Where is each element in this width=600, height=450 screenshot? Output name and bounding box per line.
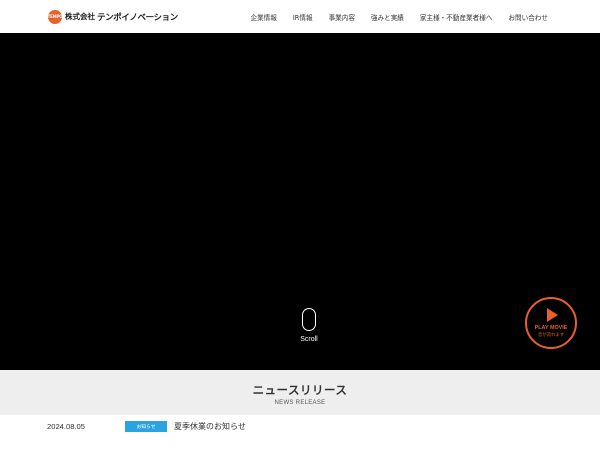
news-subtitle: NEWS RELEASE — [274, 400, 326, 406]
nav-item-landlords[interactable]: 家主様・不動産業者様へ — [420, 12, 493, 22]
play-movie-label: PLAY MOVIE — [534, 325, 568, 331]
nav-item-contact[interactable]: お問い合わせ — [508, 12, 548, 22]
news-section-header: ニュースリリース NEWS RELEASE — [0, 370, 600, 415]
play-movie-sub: 音が流れます — [537, 333, 565, 338]
hero-video: Scroll PLAY MOVIE 音が流れます — [0, 33, 600, 370]
logo-corp-text: 株式会社 — [65, 12, 95, 21]
site-header: TEMPO 株式会社 テンポイノベーション 企業情報 IR情報 事業内容 強みと… — [0, 0, 600, 33]
news-date: 2024.08.05 — [47, 422, 86, 431]
nav-item-ir[interactable]: IR情報 — [293, 12, 313, 22]
mouse-icon — [302, 308, 316, 331]
logo-mark-icon: TEMPO — [47, 9, 63, 24]
nav-item-company[interactable]: 企業情報 — [250, 12, 276, 22]
play-movie-button[interactable]: PLAY MOVIE 音が流れます — [525, 297, 577, 349]
company-logo[interactable]: TEMPO 株式会社 テンポイノベーション — [48, 9, 178, 24]
scroll-indicator[interactable]: Scroll — [298, 308, 320, 343]
logo-mark-text: TEMPO — [47, 14, 63, 19]
main-nav: 企業情報 IR情報 事業内容 強みと実績 家主様・不動産業者様へ お問い合わせ — [234, 0, 548, 33]
nav-item-strengths[interactable]: 強みと実績 — [371, 12, 404, 22]
nav-item-business[interactable]: 事業内容 — [329, 12, 355, 22]
news-list-item[interactable]: 2024.08.05 お知らせ 夏季休業のお知らせ — [0, 415, 600, 439]
play-icon — [547, 308, 558, 322]
scroll-label: Scroll — [300, 336, 318, 343]
news-headline-link[interactable]: 夏季休業のお知らせ — [174, 421, 246, 432]
news-category-badge: お知らせ — [125, 421, 167, 432]
logo-name-text: テンポイノベーション — [97, 12, 178, 23]
news-title: ニュースリリース — [252, 383, 348, 397]
